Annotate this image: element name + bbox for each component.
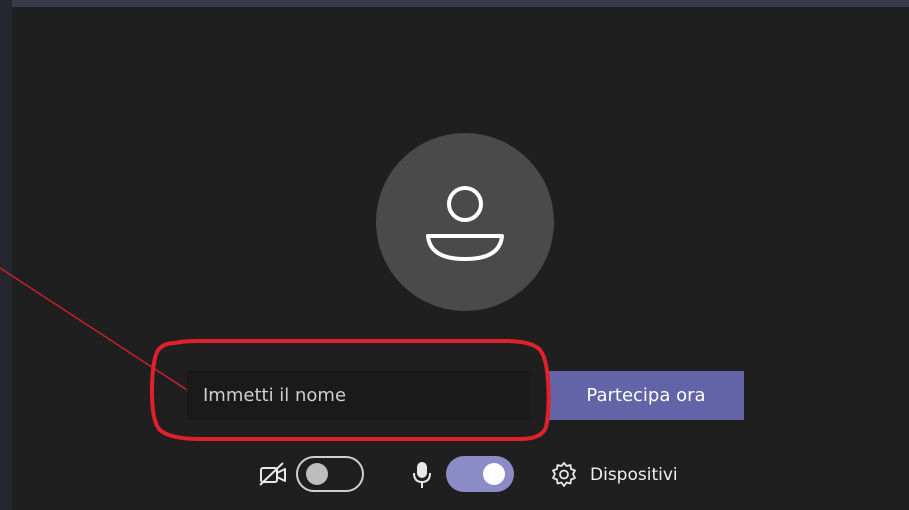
join-now-button[interactable]: Partecipa ora <box>548 371 744 420</box>
left-edge-strip <box>0 0 12 510</box>
microphone-toggle[interactable] <box>446 456 514 492</box>
top-bar <box>0 0 909 7</box>
camera-off-icon[interactable] <box>258 460 288 488</box>
person-icon <box>426 186 504 261</box>
name-input[interactable] <box>187 371 530 420</box>
gear-icon <box>552 462 576 487</box>
microphone-toggle-knob <box>483 463 505 485</box>
avatar <box>376 133 554 311</box>
devices-button[interactable]: Dispositivi <box>550 458 678 492</box>
camera-toggle[interactable] <box>296 456 364 492</box>
teams-prejoin-window: Partecipa ora Dispositivi <box>0 0 909 510</box>
devices-label: Dispositivi <box>590 465 678 485</box>
microphone-icon[interactable] <box>410 460 434 490</box>
camera-toggle-knob <box>306 463 328 485</box>
